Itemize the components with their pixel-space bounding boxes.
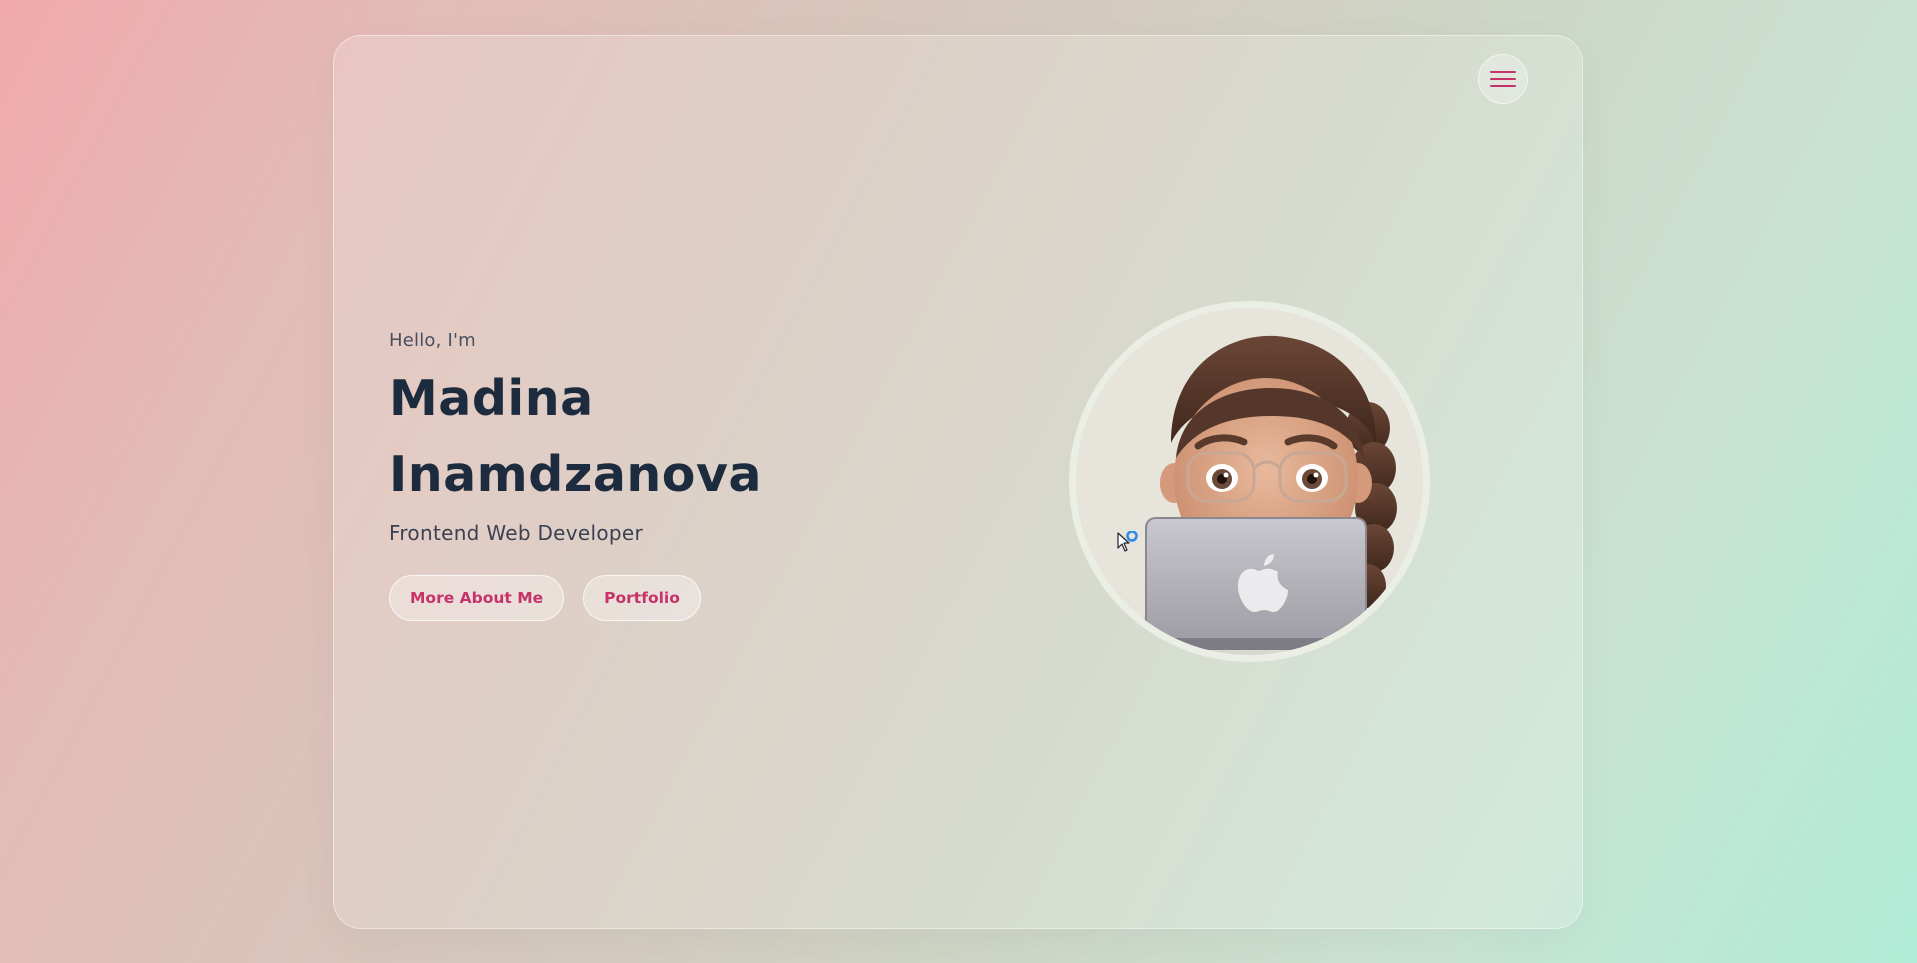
avatar	[1069, 301, 1430, 662]
name-last: Inamdzanova	[389, 446, 762, 503]
role-subtitle: Frontend Web Developer	[389, 521, 644, 545]
hamburger-menu-icon-bar	[1490, 85, 1516, 87]
hero-intro: Hello, I'm Madina Inamdzanova Frontend W…	[389, 330, 909, 621]
greeting-text: Hello, I'm	[389, 330, 476, 351]
name-first: Madina	[389, 370, 594, 427]
hero-actions: More About Me Portfolio	[389, 575, 909, 621]
hamburger-menu-icon	[1490, 71, 1516, 73]
menu-button[interactable]	[1478, 54, 1528, 104]
memoji-avatar-icon	[1076, 308, 1423, 655]
mouse-pointer-icon	[1117, 531, 1138, 552]
more-about-me-button[interactable]: More About Me	[389, 575, 565, 621]
hamburger-menu-icon-bar	[1490, 78, 1516, 80]
page-title: Madina Inamdzanova	[389, 361, 909, 513]
portfolio-button[interactable]: Portfolio	[583, 575, 701, 621]
